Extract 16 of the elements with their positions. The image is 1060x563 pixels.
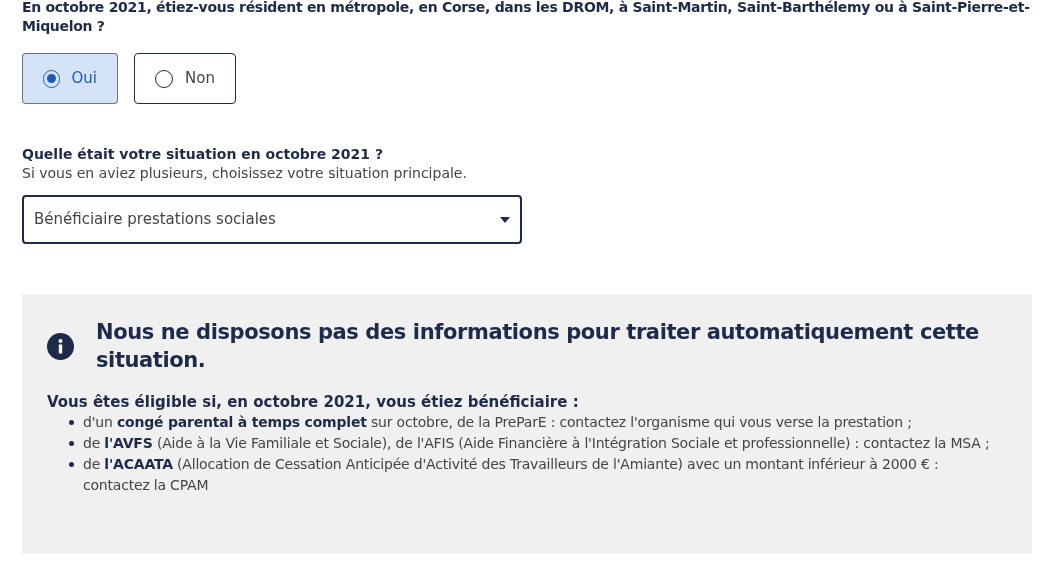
radio-option[interactable]: Oui: [22, 53, 118, 104]
radio-option[interactable]: Non: [134, 53, 236, 104]
bullet-icon: [69, 462, 74, 467]
bullet-icon: [69, 420, 74, 425]
notice-item: de l'AVFS (Aide à la Vie Familiale et Sociale), de l'AFIS (Aide Financière à l'Intégration Sociale et professionnelle) : contactez la MSA ;: [83, 434, 990, 453]
field-hint: Si vous en aviez plusieurs, choisissez votre situation principale.: [22, 164, 468, 183]
notice-title: Nous ne disposons pas des informations pour traiter automatiquement cette situation.: [96, 319, 980, 374]
select-field[interactable]: Bénéficiaire prestations sociales: [22, 195, 522, 244]
notice-item: de l'ACAATA (Allocation de Cessation Anticipée d'Activité des Travailleurs de l'Amiante) avec un montant inférieur à 2000 € : contactez la CPAM: [83, 455, 940, 495]
notice-intro: Vous êtes éligible si, en octobre 2021, vous étiez bénéficiaire :: [47, 392, 580, 412]
caret-icon: [500, 216, 510, 223]
notice-item: d'un congé parental à temps complet sur octobre, de la PreParE : contactez l'organisme qui vous verse la prestation ;: [83, 413, 912, 432]
question-text: En octobre 2021, étiez-vous résident en métropole, en Corse, dans les DROM, à Saint-Martin, Saint-Barthélemy ou à Saint-Pierre-et-Miquelon ?: [22, 0, 1031, 36]
info-icon: [47, 332, 74, 360]
field-label: Quelle était votre situation en octobre 2021 ?: [22, 145, 385, 164]
bullet-icon: [69, 441, 74, 446]
